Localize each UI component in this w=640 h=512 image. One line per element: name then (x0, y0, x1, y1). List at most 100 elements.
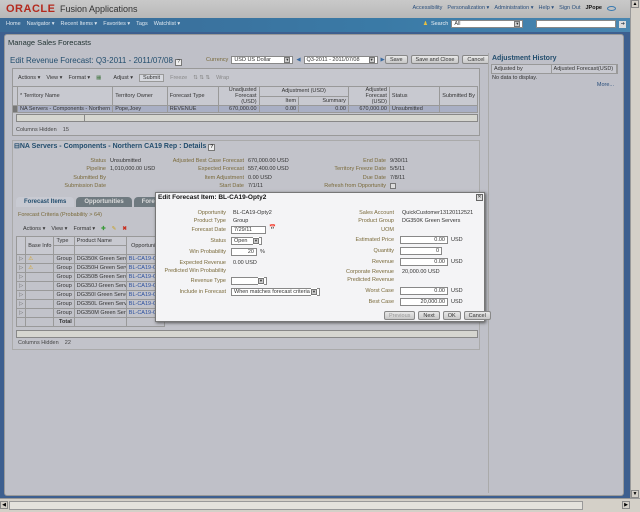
adjust-menu[interactable]: Adjust ▾ (113, 75, 133, 81)
nav-favorites[interactable]: Favorites ▾ (103, 21, 130, 27)
expand-icon[interactable]: ▷ (15, 308, 27, 318)
value: 557,400.00 USD (248, 166, 289, 172)
page-vertical-scrollbar[interactable]: ▲ ▼ (630, 0, 640, 498)
col-adjusted-by[interactable]: Adjusted by (492, 65, 552, 73)
link-sign-out[interactable]: Sign Out (559, 5, 580, 11)
nav-tags[interactable]: Tags (136, 21, 148, 27)
col-submitted-by[interactable]: Submitted By (439, 86, 478, 106)
edit-icon[interactable]: ✎ (112, 226, 117, 232)
worst-case-input[interactable]: 0.00 (400, 287, 448, 295)
table-row[interactable]: NA Servers - Components - Northern Pope,… (12, 105, 478, 113)
actions-menu[interactable]: Actions ▾ (23, 226, 45, 232)
view-menu[interactable]: View ▾ (46, 75, 62, 81)
table-row[interactable]: ▷⚠GroupDG350H Green ServerBL-CA19-Opt (15, 263, 165, 273)
search-go-icon[interactable]: ➔ (619, 20, 627, 28)
link-administration[interactable]: Administration ▾ (494, 5, 533, 11)
best-case-input[interactable]: 20,000.00 (400, 298, 448, 306)
cell-type: Group (53, 308, 75, 318)
table-row[interactable]: ▷ Group DG350I Green Server BL-CA19-Opt (15, 290, 165, 300)
scroll-left-icon[interactable]: ◀ (0, 501, 8, 509)
win-probability-input[interactable]: 20 (231, 248, 257, 256)
status-select[interactable]: Open ▼ (231, 237, 262, 245)
col-adjusted-forecast[interactable]: Adjusted Forecast(USD) (552, 65, 617, 73)
col-unadjusted-forecast[interactable]: Unadjusted Forecast (USD) (217, 86, 260, 106)
col-forecast-type[interactable]: Forecast Type (166, 86, 219, 106)
freeze-button[interactable]: Freeze (170, 75, 187, 81)
link-personalization[interactable]: Personalization ▾ (447, 5, 489, 11)
col-territory-name[interactable]: * Territory Name (16, 86, 114, 106)
export-icon[interactable]: ▦ (96, 75, 101, 81)
expand-icon[interactable]: ▷ (15, 299, 27, 309)
previous-button[interactable]: Previous (384, 311, 416, 320)
table-row[interactable]: ▷GroupDG350M Green ServerBL-CA19-Opt (15, 308, 165, 318)
expand-icon[interactable]: ▷ (15, 290, 27, 300)
expand-icon[interactable]: ▷ (15, 263, 27, 273)
page-horizontal-scrollbar[interactable]: ◀ ▶ (0, 498, 640, 512)
forecast-date-input[interactable]: 7/29/11 (231, 226, 266, 234)
col-type[interactable]: Type (53, 236, 75, 246)
ok-button[interactable]: OK (442, 311, 461, 320)
tab-opportunities[interactable]: Opportunities (76, 197, 132, 207)
view-menu[interactable]: View ▾ (51, 226, 67, 232)
add-icon[interactable]: ✚ (101, 226, 106, 232)
actions-menu[interactable]: Actions ▾ (18, 75, 40, 81)
cell-territory-name[interactable]: NA Servers - Components - Northern (16, 105, 114, 113)
save-button[interactable]: Save (385, 55, 408, 64)
col-summary[interactable]: Summary (298, 95, 349, 106)
delete-icon[interactable]: ✖ (122, 226, 127, 232)
cancel-button[interactable]: Cancel (462, 55, 490, 64)
calendar-icon[interactable]: 📅 (269, 225, 276, 231)
col-territory-owner[interactable]: Territory Owner (112, 86, 168, 106)
scroll-right-icon[interactable]: ▶ (622, 501, 630, 509)
save-and-close-button[interactable]: Save and Close (410, 55, 460, 64)
items-grid-hscroll[interactable] (16, 330, 478, 338)
help-icon[interactable]: ? (175, 59, 183, 66)
include-in-forecast-select[interactable]: When matches forecast criteria ▼ (231, 288, 320, 296)
nav-links: Home Navigator ▾ Recent Items ▾ Favorite… (6, 21, 180, 27)
scroll-thumb[interactable] (9, 501, 583, 510)
col-base-info[interactable]: Base Info (25, 236, 55, 255)
expand-icon[interactable]: ▷ (15, 272, 27, 282)
quantity-input[interactable]: 0 (400, 247, 442, 255)
nav-watchlist[interactable]: Watchlist ▾ (154, 21, 180, 27)
table-row[interactable]: ▷ Group DG350L Green Server BL-CA19-Opt (15, 299, 165, 309)
estimated-price-input[interactable]: 0.00 (400, 236, 448, 244)
nav-home[interactable]: Home (6, 21, 21, 27)
revenue-input[interactable]: 0.00 (400, 258, 448, 266)
table-row[interactable]: ▷⚠GroupDG350K Green ServerBL-CA19-Opt (15, 254, 165, 264)
expand-icon[interactable]: ▷ (15, 254, 27, 264)
tab-forecast-items[interactable]: Forecast Items (16, 197, 75, 207)
col-item[interactable]: Item (258, 95, 300, 106)
currency-select[interactable]: USD US Dollar ▼ (231, 56, 294, 64)
help-icon[interactable]: ? (208, 144, 216, 151)
territory-grid-hscroll[interactable] (16, 114, 478, 122)
wrap-button[interactable]: Wrap (216, 75, 229, 81)
table-row[interactable]: ▷ Group DG350J Green Server BL-CA19-Opt (15, 281, 165, 291)
col-adjusted-forecast[interactable]: Adjusted Forecast (USD) (347, 86, 390, 106)
next-button[interactable]: Next (418, 311, 440, 320)
table-row[interactable]: ▷GroupDG350B Green ServerBL-CA19-Opt (15, 272, 165, 282)
detach-icon[interactable]: ⇅ ⇅ ⇅ (193, 75, 210, 81)
revenue-type-select[interactable]: ▼ (231, 277, 267, 285)
cancel-button[interactable]: Cancel (463, 311, 491, 320)
close-icon[interactable]: ✕ (476, 194, 483, 201)
refresh-checkbox[interactable] (390, 183, 396, 189)
col-product-name[interactable]: Product Name (73, 236, 127, 246)
link-help[interactable]: Help ▾ (538, 5, 554, 11)
col-status[interactable]: Status (388, 86, 441, 106)
scroll-down-icon[interactable]: ▼ (631, 490, 639, 498)
expand-icon[interactable]: ▷ (15, 281, 27, 291)
period-select[interactable]: Q3-2011 - 2011/07/08 ▼ (303, 56, 378, 64)
more-link[interactable]: More... (489, 82, 620, 88)
link-accessibility[interactable]: Accessibility (412, 5, 442, 11)
submit-button[interactable]: Submit (138, 74, 165, 82)
format-menu[interactable]: Format ▾ (68, 75, 90, 81)
col-adjustment[interactable]: Adjustment (USD) (258, 86, 349, 97)
scroll-up-icon[interactable]: ▲ (631, 0, 639, 8)
format-menu[interactable]: Format ▾ (73, 226, 95, 232)
search-input[interactable] (536, 20, 617, 28)
nav-recent-items[interactable]: Recent Items ▾ (61, 21, 98, 27)
nav-navigator[interactable]: Navigator ▾ (27, 21, 55, 27)
search-scope-select[interactable]: All ▼ (451, 20, 524, 28)
previous-period-icon[interactable]: ◀ (296, 57, 300, 63)
